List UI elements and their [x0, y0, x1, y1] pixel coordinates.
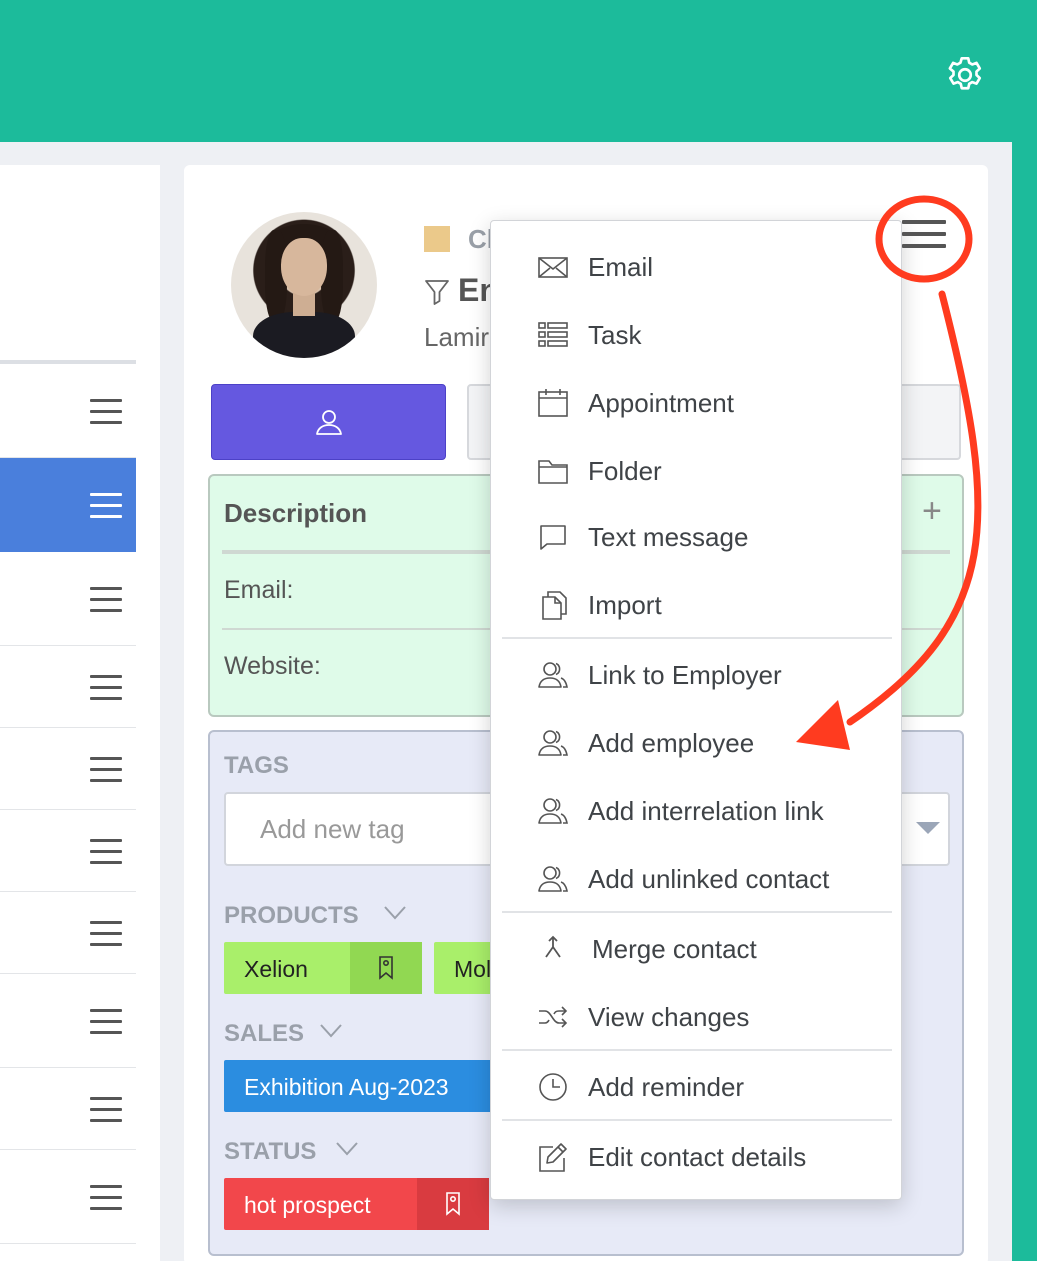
- description-title: Description: [224, 498, 368, 528]
- shuffle-icon: [539, 1006, 568, 1028]
- list-row[interactable]: [0, 1150, 136, 1244]
- users-icon: [538, 730, 568, 756]
- merge-icon: [545, 935, 561, 958]
- sales-tag-exhibition[interactable]: Exhibition Aug-2023: [224, 1060, 504, 1112]
- list-row[interactable]: [0, 458, 136, 552]
- menu-item-add-employee[interactable]: Add employee: [491, 713, 901, 773]
- users-icon: [538, 798, 568, 824]
- clock-icon: [539, 1073, 567, 1101]
- calendar-icon: [538, 389, 568, 417]
- top-header-bar: [0, 0, 1037, 142]
- menu-item-add-reminder[interactable]: Add reminder: [491, 1057, 901, 1117]
- add-description-button[interactable]: +: [922, 492, 942, 531]
- menu-item-add-unlinked-contact[interactable]: Add unlinked contact: [491, 849, 901, 909]
- hamburger-menu-icon[interactable]: [90, 1009, 122, 1035]
- card-menu-button[interactable]: [902, 220, 946, 256]
- list-row[interactable]: [0, 892, 136, 974]
- list-row[interactable]: [0, 1068, 136, 1150]
- pin-tag-icon[interactable]: [350, 942, 422, 994]
- status-label: STATUS: [224, 1138, 317, 1165]
- website-label: Website:: [224, 652, 321, 680]
- list-row[interactable]: [0, 552, 136, 646]
- hamburger-menu-icon[interactable]: [90, 587, 122, 613]
- list-row[interactable]: [0, 810, 136, 892]
- add-tag-placeholder: Add new tag: [260, 814, 405, 844]
- product-tag-xelion[interactable]: Xelion: [224, 942, 422, 994]
- menu-item-import[interactable]: Import: [491, 575, 901, 635]
- menu-item-view-changes[interactable]: View changes: [491, 987, 901, 1047]
- status-tag-hot-prospect[interactable]: hot prospect: [224, 1178, 489, 1230]
- hamburger-menu-icon[interactable]: [90, 493, 122, 519]
- menu-item-text-message[interactable]: Text message: [491, 507, 901, 567]
- menu-item-edit-contact-details[interactable]: Edit contact details: [491, 1127, 901, 1187]
- menu-item-email[interactable]: Email: [491, 237, 901, 297]
- users-icon: [538, 866, 568, 892]
- menu-item-task[interactable]: Task: [491, 305, 901, 365]
- avatar: [231, 212, 377, 358]
- menu-item-merge-contact[interactable]: Merge contact: [491, 919, 901, 979]
- hamburger-menu-icon[interactable]: [90, 1097, 122, 1123]
- person-tab-button[interactable]: [211, 384, 446, 460]
- hamburger-menu-icon[interactable]: [90, 399, 122, 425]
- company-name: Lamir: [424, 322, 490, 352]
- chevron-down-icon[interactable]: [384, 906, 406, 920]
- hamburger-menu-icon[interactable]: [90, 1185, 122, 1211]
- sales-label: SALES: [224, 1020, 305, 1047]
- tags-label: TAGS: [224, 752, 289, 779]
- gear-icon[interactable]: [942, 52, 988, 98]
- hamburger-menu-icon[interactable]: [90, 675, 122, 701]
- pin-tag-icon[interactable]: [417, 1178, 489, 1230]
- hamburger-menu-icon[interactable]: [90, 921, 122, 947]
- hamburger-menu-icon[interactable]: [90, 839, 122, 865]
- list-row[interactable]: [0, 646, 136, 728]
- list-row[interactable]: [0, 728, 136, 810]
- right-edge-bar: [1012, 142, 1037, 1261]
- list-row[interactable]: [0, 974, 136, 1068]
- chevron-down-icon[interactable]: [320, 1024, 342, 1038]
- task-list-icon: [538, 322, 568, 347]
- menu-item-appointment[interactable]: Appointment: [491, 373, 901, 433]
- chevron-down-icon[interactable]: [336, 1142, 358, 1156]
- filter-icon: [425, 280, 449, 305]
- caret-down-icon[interactable]: [916, 822, 940, 834]
- edit-icon: [539, 1143, 567, 1172]
- list-row[interactable]: [0, 364, 136, 458]
- envelope-icon: [538, 257, 568, 278]
- menu-item-add-interrelation-link[interactable]: Add interrelation link: [491, 781, 901, 841]
- menu-item-folder[interactable]: Folder: [491, 441, 901, 501]
- contact-actions-menu: Email Task Appointment Folder Text messa…: [490, 220, 902, 1200]
- category-color-swatch: [424, 226, 450, 252]
- users-icon: [538, 662, 568, 688]
- hamburger-menu-icon[interactable]: [90, 757, 122, 783]
- chat-bubble-icon: [540, 525, 566, 550]
- products-label: PRODUCTS: [224, 902, 359, 929]
- person-icon: [316, 410, 342, 435]
- menu-item-link-to-employer[interactable]: Link to Employer: [491, 645, 901, 705]
- documents-icon: [542, 591, 567, 620]
- folder-icon: [538, 460, 568, 484]
- email-label: Email:: [224, 576, 294, 604]
